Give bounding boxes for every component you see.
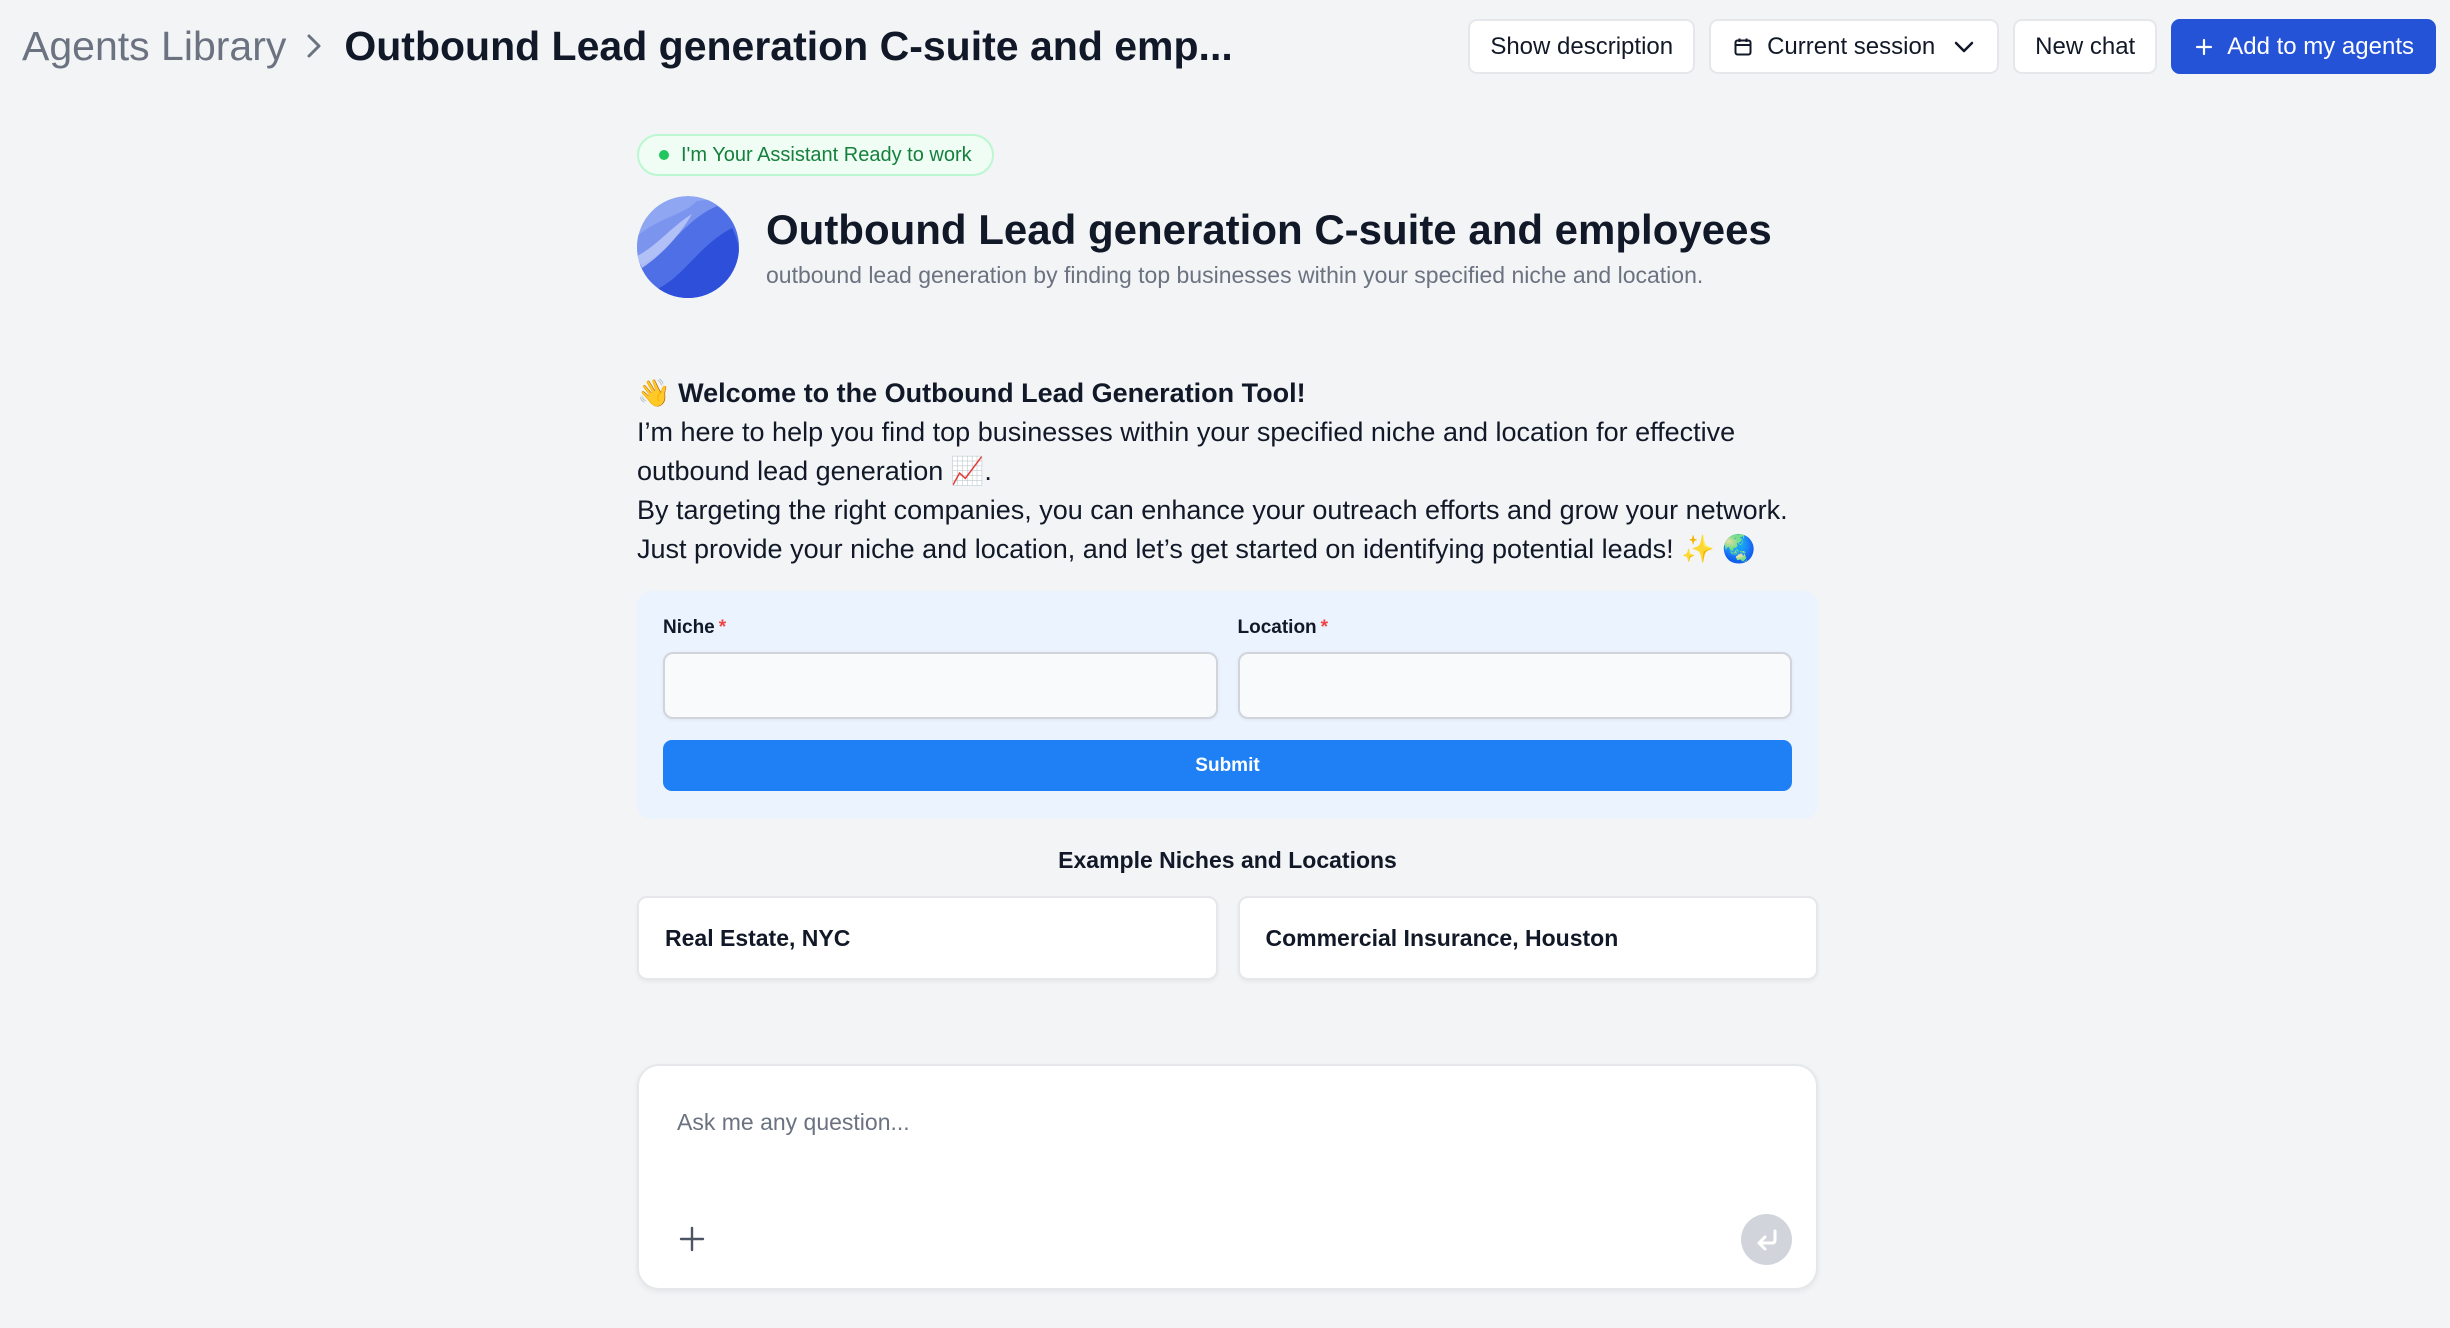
calendar-icon — [1733, 37, 1753, 57]
agent-header: Outbound Lead generation C-suite and emp… — [637, 196, 1818, 298]
top-bar: Agents Library Outbound Lead generation … — [0, 0, 2450, 92]
welcome-heading: Welcome to the Outbound Lead Generation … — [678, 378, 1306, 408]
new-chat-button[interactable]: New chat — [2013, 19, 2158, 74]
agent-avatar — [637, 196, 739, 298]
required-mark: * — [718, 617, 727, 638]
location-input[interactable] — [1237, 652, 1792, 719]
agent-description: outbound lead generation by finding top … — [766, 261, 1704, 288]
status-dot-icon — [659, 150, 669, 160]
example-commercial-insurance-houston[interactable]: Commercial Insurance, Houston — [1237, 896, 1818, 980]
page-title: Outbound Lead generation C-suite and emp… — [344, 22, 1233, 69]
welcome-heading-line: 👋 Welcome to the Outbound Lead Generatio… — [637, 374, 1818, 413]
chat-composer — [637, 1064, 1818, 1290]
location-label-text: Location — [1237, 617, 1317, 638]
current-session-dropdown[interactable]: Current session — [1709, 19, 2000, 74]
welcome-line-2: By targeting the right companies, you ca… — [637, 495, 1788, 525]
examples-heading: Example Niches and Locations — [1058, 847, 1397, 873]
niche-label: Niche * — [663, 617, 726, 638]
breadcrumb: Agents Library Outbound Lead generation … — [22, 23, 1233, 70]
niche-label-text: Niche — [663, 617, 715, 638]
chat-input[interactable] — [677, 1092, 1757, 1152]
header-actions: Show description Current session New cha… — [1468, 19, 2436, 74]
welcome-line-3: Just provide your niche and location, an… — [637, 534, 1756, 564]
attach-plus-icon[interactable] — [675, 1222, 709, 1256]
agent-title: Outbound Lead generation C-suite and emp… — [766, 206, 1772, 254]
agent-info: Outbound Lead generation C-suite and emp… — [766, 205, 1772, 288]
submit-button[interactable]: Submit — [663, 740, 1792, 791]
status-badge: I'm Your Assistant Ready to work — [637, 134, 994, 176]
required-mark: * — [1320, 617, 1329, 638]
chevron-right-icon — [294, 26, 334, 66]
examples-list: Real Estate, NYC Commercial Insurance, H… — [637, 896, 1818, 980]
chevron-down-icon — [1953, 40, 1975, 54]
waving-hand-icon: 👋 — [637, 378, 671, 408]
location-field: Location * — [1237, 617, 1792, 719]
lead-form: Niche * Location * Submit — [637, 591, 1818, 819]
enter-arrow-icon — [1757, 1229, 1776, 1250]
welcome-line-1: I’m here to help you find top businesses… — [637, 417, 1736, 486]
agent-main: I'm Your Assistant Ready to work Outboun… — [637, 134, 1818, 980]
show-description-label: Show description — [1490, 32, 1674, 60]
show-description-button[interactable]: Show description — [1468, 19, 1696, 74]
current-session-label: Current session — [1767, 32, 1936, 60]
niche-input[interactable] — [663, 652, 1218, 719]
breadcrumb-agents-library[interactable]: Agents Library — [22, 23, 286, 70]
plus-icon — [2195, 38, 2213, 56]
add-to-my-agents-button[interactable]: Add to my agents — [2171, 19, 2436, 74]
location-label: Location * — [1238, 617, 1329, 638]
example-real-estate-nyc[interactable]: Real Estate, NYC — [637, 896, 1218, 980]
niche-field: Niche * — [663, 617, 1218, 719]
welcome-message: 👋 Welcome to the Outbound Lead Generatio… — [637, 374, 1818, 569]
form-fields: Niche * Location * — [663, 617, 1792, 719]
new-chat-label: New chat — [2035, 32, 2136, 60]
send-button[interactable] — [1741, 1214, 1792, 1265]
status-text: I'm Your Assistant Ready to work — [681, 143, 972, 166]
add-to-my-agents-label: Add to my agents — [2227, 32, 2414, 60]
